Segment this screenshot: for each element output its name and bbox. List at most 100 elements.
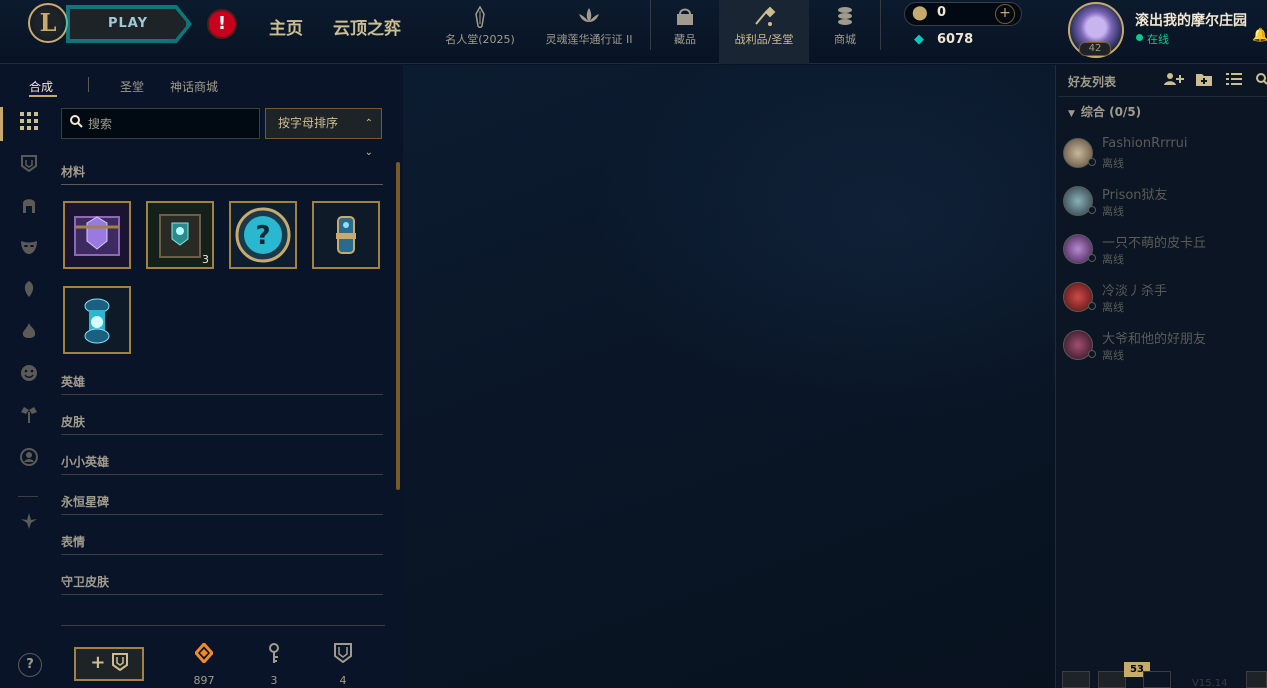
friend-status: 离线 <box>1102 349 1124 362</box>
orange-essence-icon <box>192 641 216 668</box>
little-legend-filter-icon[interactable] <box>17 280 41 304</box>
buy-rp-plus-icon[interactable]: + <box>995 4 1015 24</box>
subtab-sanctum[interactable]: 圣堂 <box>120 78 144 95</box>
sidebar-active-marker <box>0 107 3 141</box>
tab-hall-of-legends[interactable]: 名人堂(2025) <box>440 0 520 64</box>
chevron-down-icon: ▼ <box>1068 109 1075 119</box>
nav-divider <box>650 0 651 50</box>
add-folder-icon[interactable] <box>1196 72 1212 90</box>
friend-search-icon[interactable] <box>1255 72 1267 90</box>
emote-filter-icon[interactable] <box>17 364 41 388</box>
group-label: 综合 (0/5) <box>1080 105 1142 119</box>
loot-item-capsule[interactable] <box>312 201 380 269</box>
mythic-filter-icon[interactable] <box>17 512 41 536</box>
sidebar-divider <box>18 496 38 497</box>
hall-of-legends-icon <box>468 5 492 30</box>
offline-status-dot <box>1088 254 1096 262</box>
tab-label: 商城 <box>834 33 856 46</box>
sort-chevron-icon: ⌃ ⌄ <box>364 118 373 158</box>
tab-collection[interactable]: 藏品 <box>660 0 710 64</box>
subtab-divider <box>88 77 89 92</box>
bell-icon[interactable]: 🔔 <box>1252 28 1267 43</box>
friend-row[interactable]: 一只不萌的皮卡丘 离线 <box>1058 229 1267 277</box>
loot-item-hextech-chest[interactable] <box>63 201 131 269</box>
friend-name: 冷淡丿杀手 <box>1102 284 1168 299</box>
tab-loot[interactable]: 战利品/圣堂 <box>719 0 809 64</box>
item-count: 3 <box>202 253 209 266</box>
friends-title: 好友列表 <box>1068 75 1117 89</box>
section-eternals[interactable]: 永恒星碑 <box>61 493 383 515</box>
section-champions[interactable]: 英雄 <box>61 373 383 395</box>
section-emotes[interactable]: 表情 <box>61 533 383 555</box>
loot-scrollbar[interactable] <box>396 162 400 490</box>
ward-skin-filter-icon[interactable] <box>17 406 41 430</box>
tab-label: 灵魂莲华通行证 II <box>545 33 633 46</box>
loot-item-mystery-orb[interactable]: ? <box>229 201 297 269</box>
loot-icon <box>752 6 776 28</box>
online-status-dot <box>1136 34 1143 41</box>
friend-name: Prison狱友 <box>1102 188 1168 203</box>
eternals-filter-icon[interactable] <box>17 322 41 346</box>
tab-tft[interactable]: 云顶之弈 <box>333 14 401 39</box>
key-fragment-icon <box>262 643 286 670</box>
friend-row[interactable]: FashionRrrrui 离线 <box>1058 133 1267 181</box>
search-input[interactable] <box>88 113 253 135</box>
tab-pass[interactable]: 灵魂莲华通行证 II <box>535 0 643 64</box>
subtab-mythic-shop[interactable]: 神话商城 <box>170 78 218 95</box>
loot-item-masterwork-chest[interactable]: 3 <box>146 201 214 269</box>
play-button[interactable]: PLAY <box>68 7 188 41</box>
section-materials[interactable]: 材料 <box>61 163 383 185</box>
grid-all-icon[interactable] <box>17 112 41 136</box>
tab-label: 名人堂(2025) <box>445 33 515 46</box>
section-skins[interactable]: 皮肤 <box>61 413 383 435</box>
offline-status-dot <box>1088 158 1096 166</box>
settings-button[interactable] <box>1246 671 1267 688</box>
summoner-icon-filter-icon[interactable] <box>17 448 41 472</box>
orange-essence-value: 897 <box>193 674 215 687</box>
missions-button[interactable] <box>1098 671 1126 688</box>
be-value: 6078 <box>937 32 974 47</box>
subtab-active-underline <box>29 95 57 97</box>
tab-label: 战利品/圣堂 <box>734 33 794 46</box>
key-fragment-value: 3 <box>270 674 278 687</box>
blue-essence-icon: ◆ <box>914 32 924 47</box>
offline-status-dot <box>1088 206 1096 214</box>
offline-status-dot <box>1088 350 1096 358</box>
add-friend-icon[interactable] <box>1164 72 1184 90</box>
chat-toggle-button[interactable] <box>1062 671 1090 688</box>
friend-status: 离线 <box>1102 205 1124 218</box>
online-status[interactable]: 在线 <box>1147 31 1169 47</box>
loot-detail-area <box>403 65 1055 688</box>
tab-label: 藏品 <box>674 33 696 46</box>
tab-store[interactable]: 商城 <box>820 0 870 64</box>
search-icon <box>70 115 83 132</box>
friend-row[interactable]: 冷淡丿杀手 离线 <box>1058 277 1267 325</box>
subtab-craft[interactable]: 合成 <box>29 78 53 95</box>
section-ward-skins[interactable]: 守卫皮肤 <box>61 573 383 595</box>
section-little-legends[interactable]: 小小英雄 <box>61 453 383 475</box>
help-icon[interactable]: ? <box>18 653 42 677</box>
skin-filter-icon[interactable] <box>17 238 41 262</box>
friend-row[interactable]: 大爷和他的好朋友 离线 <box>1058 325 1267 373</box>
sort-dropdown[interactable]: 按字母排序 ⌃ ⌄ <box>265 108 382 158</box>
add-ward-button[interactable]: + <box>74 647 144 681</box>
client-version: V15.14 <box>1192 678 1228 688</box>
ward-icon <box>331 643 355 668</box>
voice-button[interactable] <box>1143 671 1171 688</box>
search-box <box>61 108 260 139</box>
champion-filter-icon[interactable] <box>17 196 41 220</box>
league-logo[interactable]: L <box>28 3 68 43</box>
chest-filter-icon[interactable] <box>17 154 41 178</box>
alert-icon[interactable]: ! <box>207 9 237 39</box>
friend-status: 离线 <box>1102 301 1124 314</box>
tab-home[interactable]: 主页 <box>269 14 303 39</box>
level-badge: 42 <box>1079 42 1111 56</box>
friend-status: 离线 <box>1102 157 1124 170</box>
loot-item-glowing-capsule[interactable] <box>63 286 131 354</box>
friend-group-general[interactable]: ▼ 综合 (0/5) <box>1068 103 1141 120</box>
list-view-icon[interactable] <box>1226 72 1242 90</box>
friend-row[interactable]: Prison狱友 离线 <box>1058 181 1267 229</box>
footer-divider <box>61 625 385 626</box>
summoner-name[interactable]: 滚出我的摩尔庄园 <box>1135 10 1247 30</box>
friends-header-divider <box>1058 96 1267 97</box>
